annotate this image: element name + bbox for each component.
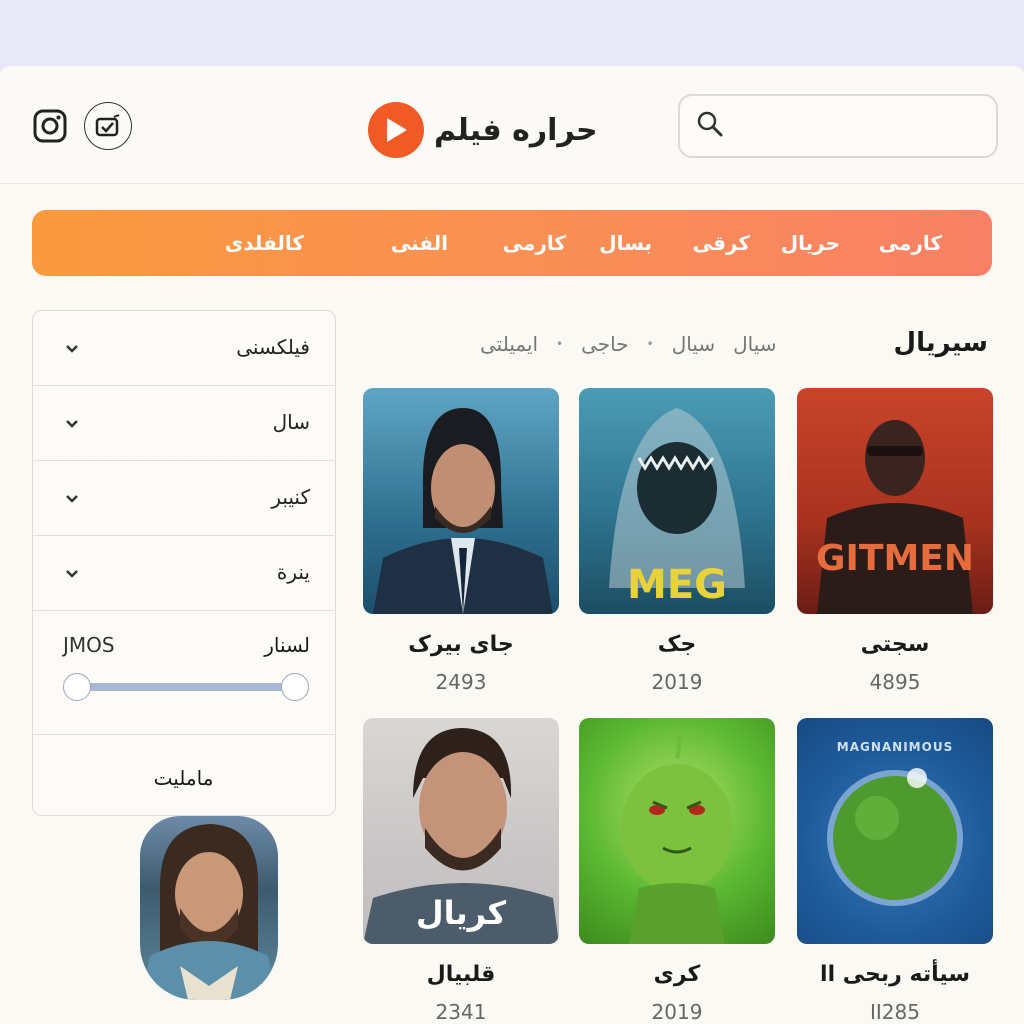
chip[interactable]: سيال [733,332,776,356]
filter-label: كنيبر [271,485,310,509]
nav-item-2[interactable]: حريال [781,231,840,255]
search-icon [696,110,724,142]
movie-poster[interactable]: كريال [363,718,559,944]
chevron-down-icon [66,495,78,503]
instagram-icon[interactable] [28,104,72,148]
search-input[interactable] [724,96,996,156]
movie-title: قلبيال [426,962,496,987]
movie-card[interactable]: جای بیرک 2493 [363,388,559,694]
chip[interactable]: سيال [672,332,715,356]
movie-card[interactable]: MEG جک 2019 [579,388,775,694]
filter-year-dropdown[interactable]: سال [33,386,334,461]
movie-poster[interactable]: MEG [579,388,775,614]
range-value: JMOS [63,633,115,657]
movie-year: 2493 [435,670,487,694]
filter-label: فيلكسنی [236,335,310,359]
movie-year: II285 [870,1000,920,1024]
movie-title: سجتی [860,632,930,657]
app-window: حراره فیلم كارمی حريال كرقی بسال كارمی ا… [0,66,1024,1024]
movie-poster[interactable]: MAGNANIMOUS [797,718,993,944]
range-title: لسنار [264,633,310,657]
movie-card[interactable]: GITMEN سجتی 4895 [797,388,993,694]
nav-item-6[interactable]: الفنی [391,231,448,255]
separator-dot: • [646,337,654,351]
movie-year: 4895 [869,670,921,694]
site-logo[interactable]: حراره فیلم [368,102,598,158]
search-box[interactable] [678,94,998,158]
movie-year: 2019 [651,1000,703,1024]
movie-year: 2019 [651,670,703,694]
range-track[interactable] [77,683,295,691]
movie-card[interactable]: كريال قلبيال 2341 [363,718,559,1024]
nav-item-5[interactable]: كارمی [503,231,566,255]
movie-poster[interactable] [579,718,775,944]
filter-rating-dropdown[interactable]: ينرة [33,536,334,611]
main-nav: كارمی حريال كرقی بسال كارمی الفنی كالفلد… [32,210,992,276]
nav-item-3[interactable]: كرقی [693,231,750,255]
telegram-icon[interactable] [84,102,132,150]
filter-genre-dropdown[interactable]: فيلكسنی [33,311,334,386]
movie-title: جک [657,632,697,657]
poster-text: MEG [627,562,727,608]
chevron-down-icon [66,420,78,428]
movie-year: 2341 [435,1000,487,1024]
movie-title: جای بیرک [408,632,514,657]
chip[interactable]: حاجی [581,332,629,356]
poster-text: GITMEN [815,538,975,579]
movie-title: كرى [653,962,701,987]
filter-panel: فيلكسنی سال كنيبر ينرة لسنار JMOS مامليت [32,310,336,816]
section-title: سيريال [893,328,988,358]
poster-text: كريال [415,894,507,932]
filter-label: سال [272,410,310,434]
range-thumb-min[interactable] [63,673,91,701]
chevron-down-icon [66,570,78,578]
avatar[interactable] [140,816,278,1000]
nav-item-1[interactable]: كارمی [879,231,942,255]
movie-poster[interactable]: GITMEN [797,388,993,614]
filter-label: ينرة [276,560,310,584]
movie-card[interactable]: كرى 2019 [579,718,775,1024]
play-icon [368,102,424,158]
nav-item-4[interactable]: بسال [599,231,652,255]
sort-chips: سيال سيال • حاجی • ايميلتی [480,332,777,356]
separator-dot: • [556,337,564,351]
movie-card[interactable]: MAGNANIMOUS سیأته ربحی اا II285 [797,718,993,1024]
nav-item-7[interactable]: كالفلدی [225,231,304,255]
year-range-filter: لسنار JMOS [33,611,334,735]
movie-title: سیأته ربحی اا [820,962,970,987]
chip[interactable]: ايميلتی [480,332,538,356]
movie-poster[interactable] [363,388,559,614]
poster-text: MAGNANIMOUS [836,740,954,754]
filter-country-dropdown[interactable]: كنيبر [33,461,334,536]
chevron-down-icon [66,345,78,353]
range-thumb-max[interactable] [281,673,309,701]
logo-text: حراره فیلم [434,112,598,148]
header: حراره فیلم [0,66,1024,184]
apply-filters-button[interactable]: مامليت [33,743,334,813]
